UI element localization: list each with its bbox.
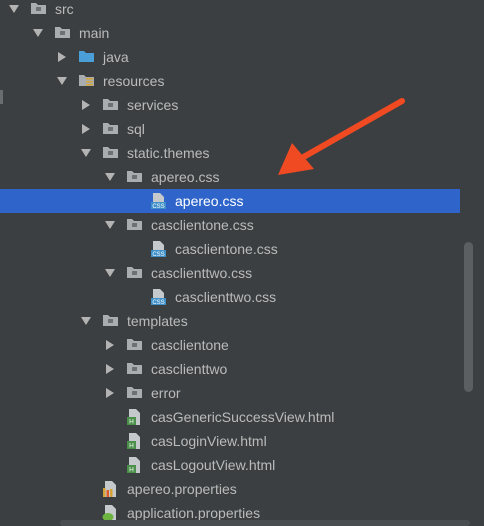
tree-item-label: apereo.properties (127, 481, 237, 497)
tree-item[interactable]: CSS apereo.css (0, 189, 460, 213)
resources-folder-icon (78, 73, 95, 89)
spring-properties-icon (102, 505, 119, 521)
tree-item-label: apereo.css (175, 193, 244, 209)
tree-item[interactable]: casclientone.css (0, 213, 460, 237)
tree-item-label: casLoginView.html (151, 433, 267, 449)
tree-item-label: casclientone.css (175, 241, 278, 257)
tree-item-label: apereo.css (151, 169, 220, 185)
html-file-icon: H (126, 457, 143, 474)
tree-item[interactable]: apereo.properties (0, 477, 460, 501)
chevron-down-icon[interactable] (56, 75, 68, 87)
tree-item-label: casclienttwo.css (175, 289, 277, 305)
tree-item-label: casclienttwo (151, 361, 228, 377)
svg-text:CSS: CSS (152, 252, 164, 258)
chevron-down-icon[interactable] (104, 267, 116, 279)
panel-edge (0, 90, 3, 104)
horizontal-scrollbar[interactable] (60, 520, 470, 526)
folder-icon (102, 145, 119, 161)
chevron-right-icon[interactable] (56, 51, 68, 63)
html-file-icon: H (126, 433, 143, 450)
css-file-icon: CSS (150, 193, 167, 210)
tree-item[interactable]: CSS casclienttwo.css (0, 285, 460, 309)
tree-item-label: casclientone.css (151, 217, 254, 233)
tree-item[interactable]: casclienttwo.css (0, 261, 460, 285)
source-folder-icon (78, 49, 95, 65)
tree-item[interactable]: error (0, 381, 460, 405)
folder-icon (102, 97, 119, 113)
folder-icon (30, 1, 47, 17)
tree-item[interactable]: casclienttwo (0, 357, 460, 381)
tree-item-label: casclientone (151, 337, 229, 353)
tree-item[interactable]: templates (0, 309, 460, 333)
folder-icon (102, 313, 119, 329)
chevron-down-icon[interactable] (104, 219, 116, 231)
tree-item-label: java (103, 49, 129, 65)
folder-icon (126, 265, 143, 281)
folder-icon (126, 217, 143, 233)
folder-icon (54, 25, 71, 41)
chevron-right-icon[interactable] (104, 387, 116, 399)
tree-item[interactable]: HcasLogoutView.html (0, 453, 460, 477)
properties-file-icon (102, 481, 119, 497)
tree-item[interactable]: HcasLoginView.html (0, 429, 460, 453)
tree-item-label: sql (127, 121, 145, 137)
tree-item-label: casclienttwo.css (151, 265, 253, 281)
css-file-icon: CSS (150, 289, 167, 306)
svg-text:H: H (129, 443, 134, 450)
tree-item[interactable]: casclientone (0, 333, 460, 357)
tree-item-label: application.properties (127, 505, 261, 521)
tree-item-label: casLogoutView.html (151, 457, 276, 473)
chevron-down-icon[interactable] (80, 315, 92, 327)
tree-item[interactable]: CSS casclientone.css (0, 237, 460, 261)
chevron-down-icon[interactable] (104, 171, 116, 183)
chevron-down-icon[interactable] (8, 3, 20, 15)
tree-item[interactable]: resources (0, 69, 460, 93)
tree-item[interactable]: main (0, 21, 460, 45)
tree-item[interactable]: src (0, 0, 460, 21)
css-file-icon: CSS (150, 241, 167, 258)
folder-icon (126, 169, 143, 185)
html-file-icon: H (126, 409, 143, 426)
tree-item-label: casGenericSuccessView.html (151, 409, 335, 425)
folder-icon (126, 361, 143, 377)
folder-icon (102, 121, 119, 137)
project-tree: src main java resources services sql static.th… (0, 0, 484, 525)
chevron-down-icon[interactable] (80, 147, 92, 159)
folder-icon (126, 385, 143, 401)
chevron-right-icon[interactable] (80, 99, 92, 111)
tree-item-label: services (127, 97, 179, 113)
svg-text:CSS: CSS (152, 300, 164, 306)
tree-item-label: src (55, 1, 74, 17)
tree-item-label: static.themes (127, 145, 210, 161)
chevron-right-icon[interactable] (80, 123, 92, 135)
chevron-right-icon[interactable] (104, 339, 116, 351)
tree-item-label: templates (127, 313, 188, 329)
tree-item[interactable]: HcasGenericSuccessView.html (0, 405, 460, 429)
tree-item-label: resources (103, 73, 165, 89)
tree-item-label: error (151, 385, 181, 401)
chevron-right-icon[interactable] (104, 363, 116, 375)
svg-text:H: H (129, 419, 134, 426)
vertical-scrollbar[interactable] (464, 242, 473, 392)
svg-text:CSS: CSS (152, 204, 164, 210)
folder-icon (126, 337, 143, 353)
chevron-down-icon[interactable] (32, 27, 44, 39)
annotation-arrow-icon (278, 98, 405, 175)
tree-item-label: main (79, 25, 110, 41)
tree-item[interactable]: java (0, 45, 460, 69)
svg-text:H: H (129, 467, 134, 474)
